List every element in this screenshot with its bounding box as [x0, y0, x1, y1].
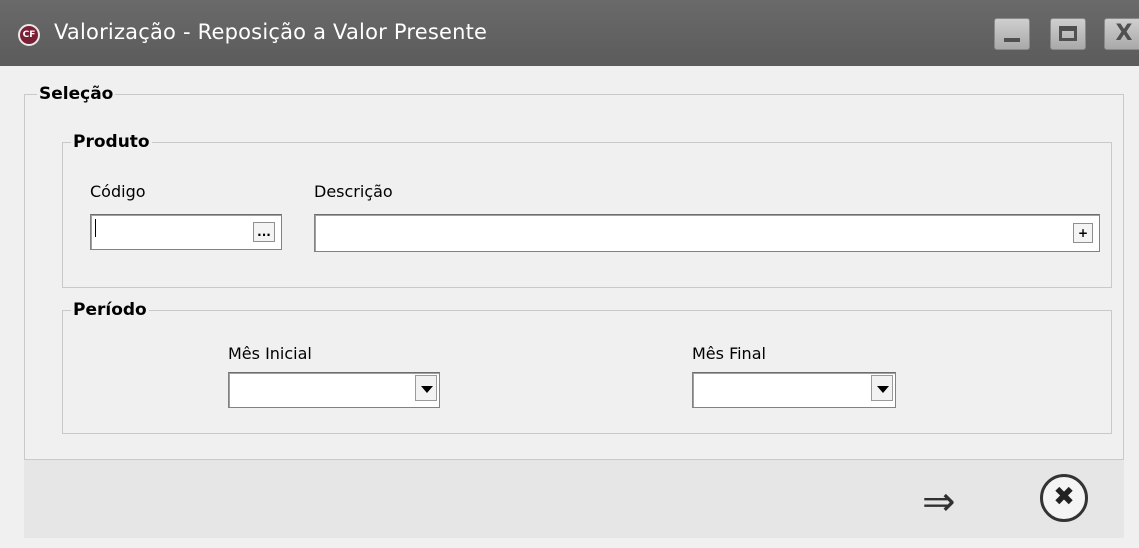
codigo-label: Código — [90, 182, 146, 201]
text-caret — [95, 219, 96, 237]
app-icon: CF — [18, 24, 40, 46]
codigo-lookup-button[interactable]: ... — [253, 222, 275, 242]
descricao-add-button[interactable]: + — [1073, 223, 1093, 243]
cancel-button[interactable]: ✖ — [1040, 474, 1088, 522]
descricao-label: Descrição — [314, 182, 393, 201]
maximize-button[interactable] — [1050, 18, 1086, 50]
mes-inicial-label: Mês Inicial — [228, 344, 312, 363]
title-bar[interactable]: CF Valorização - Reposição a Valor Prese… — [0, 0, 1139, 66]
mes-final-label: Mês Final — [692, 344, 766, 363]
periodo-groupbox: Período — [62, 300, 1112, 434]
close-icon: X — [1115, 21, 1133, 46]
mes-inicial-dropdown-button[interactable] — [415, 375, 437, 401]
mes-final-dropdown-button[interactable] — [871, 375, 893, 401]
window-title: Valorização - Reposição a Valor Presente — [54, 20, 488, 44]
minimize-button[interactable] — [994, 18, 1030, 50]
confirm-arrow-button[interactable]: ⇒ — [922, 482, 956, 522]
minimize-icon — [1004, 38, 1020, 42]
footer-bar — [24, 460, 1124, 538]
maximize-icon — [1059, 26, 1077, 41]
chevron-down-icon — [421, 386, 433, 393]
close-circle-icon: ✖ — [1053, 482, 1075, 512]
selecao-label: Seleção — [37, 84, 116, 104]
descricao-input[interactable]: + — [314, 214, 1100, 252]
produto-label: Produto — [71, 132, 152, 152]
mes-inicial-select[interactable] — [228, 372, 440, 408]
codigo-input[interactable]: ... — [90, 214, 282, 250]
periodo-label: Período — [71, 300, 149, 320]
chevron-down-icon — [877, 386, 889, 393]
dialog-window: CF Valorização - Reposição a Valor Prese… — [0, 0, 1139, 548]
mes-final-select[interactable] — [692, 372, 896, 408]
close-window-button[interactable]: X — [1104, 18, 1139, 50]
client-area: Seleção Produto Código ... Descrição + P… — [24, 80, 1124, 460]
